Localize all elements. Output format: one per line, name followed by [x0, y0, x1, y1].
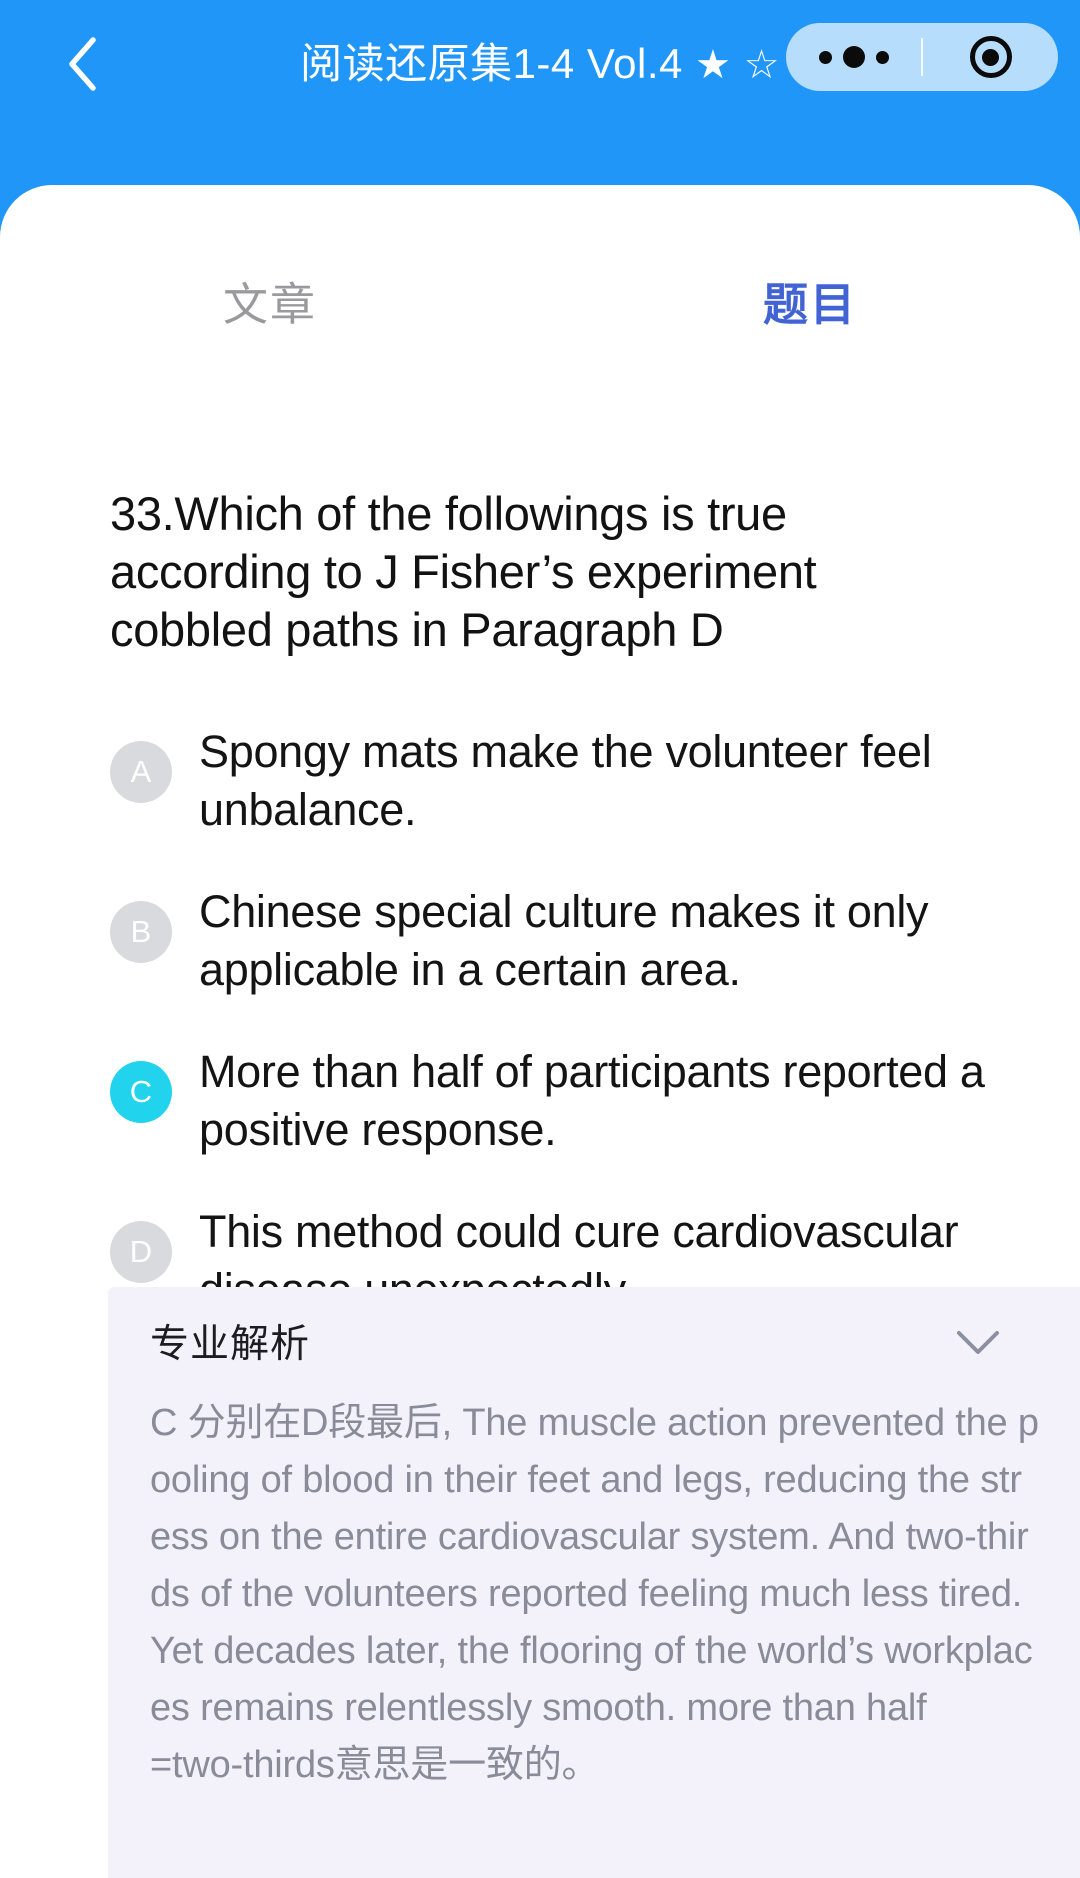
star-hollow-icon: ☆	[743, 43, 780, 87]
analysis-header[interactable]: 专业解析	[108, 1287, 1080, 1395]
option-a-badge: A	[110, 741, 172, 803]
tab-bar: 文章 题目	[0, 260, 1080, 350]
dot-right	[875, 50, 889, 64]
tab-article[interactable]: 文章	[0, 260, 540, 350]
target-circle-icon[interactable]	[923, 23, 1058, 91]
tab-article-label: 文章	[222, 279, 317, 330]
question-stem: 33.Which of the followings is true accor…	[110, 487, 817, 656]
analysis-title: 专业解析	[150, 1323, 311, 1366]
option-b-badge: B	[110, 901, 172, 963]
option-c[interactable]: C More than half of participants reporte…	[110, 1035, 1010, 1159]
option-list: A Spongy mats make the volunteer feel un…	[110, 715, 1010, 1355]
miniprogram-capsule	[786, 23, 1058, 91]
more-dots-icon[interactable]	[786, 23, 921, 91]
tab-questions[interactable]: 题目	[540, 260, 1080, 350]
tab-questions-label: 题目	[762, 279, 857, 330]
option-b-text: Chinese special culture makes it only ap…	[199, 886, 929, 995]
chevron-down-icon[interactable]	[954, 1319, 1002, 1367]
target-core	[982, 48, 999, 66]
page-title-text: 阅读还原集1-4 Vol.4	[300, 40, 683, 87]
option-a[interactable]: A Spongy mats make the volunteer feel un…	[110, 715, 1010, 839]
dot-middle	[842, 46, 865, 68]
star-filled-icon: ★	[695, 43, 732, 87]
app-screen: 阅读还原集1-4 Vol.4 ★ ☆ 文章 题目 33.Which of the…	[0, 0, 1080, 1878]
dot-left	[818, 50, 832, 64]
option-d-badge: D	[110, 1221, 172, 1283]
analysis-paragraph-2: =two-thirds意思是一致的。	[150, 1744, 600, 1786]
content-sheet: 文章 题目 33.Which of the followings is true…	[0, 185, 1080, 1878]
analysis-panel: 专业解析 C 分别在D段最后, The muscle action preven…	[108, 1287, 1080, 1878]
option-a-text: Spongy mats make the volunteer feel unba…	[199, 726, 932, 835]
analysis-body: C 分别在D段最后, The muscle action prevented t…	[108, 1395, 1080, 1834]
navigation-bar: 阅读还原集1-4 Vol.4 ★ ☆	[0, 0, 1080, 190]
target-ring	[969, 36, 1012, 78]
option-c-text: More than half of participants reported …	[199, 1046, 985, 1155]
option-b[interactable]: B Chinese special culture makes it only …	[110, 875, 1010, 999]
analysis-paragraph-1: C 分别在D段最后, The muscle action prevented t…	[150, 1402, 1039, 1729]
option-c-badge: C	[110, 1061, 172, 1123]
